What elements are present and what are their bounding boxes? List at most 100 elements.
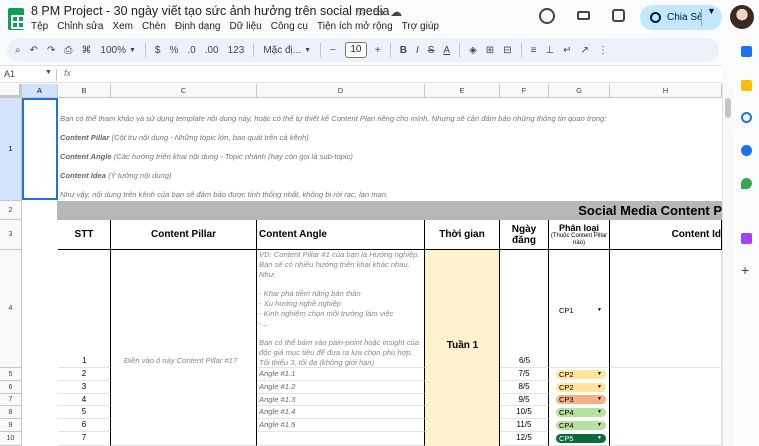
idea-cells-5-10[interactable] [610,368,722,446]
angle-cell-10[interactable] [257,432,425,446]
decrease-decimal-button[interactable]: .0 [187,45,195,56]
zoom-select[interactable]: 100% [100,45,126,56]
vertical-scrollbar[interactable] [722,84,733,446]
comments-icon[interactable] [577,11,590,20]
angle-cell-7[interactable]: Angle #1.3 [257,394,425,406]
date-cell-8[interactable]: 10/5 [500,406,549,419]
header-content-idea[interactable]: Content Id [610,220,722,250]
date-cell-4[interactable]: 6/5 [500,250,549,368]
stt-cell-6[interactable]: 3 [58,381,111,394]
angle-cell-8[interactable]: Angle #1.4 [257,406,425,419]
header-content-angle[interactable]: Content Angle [257,220,425,250]
keep-icon[interactable] [741,80,752,91]
column-header-h[interactable]: H [610,84,722,98]
menu-insert[interactable]: Chèn [142,21,166,32]
column-header-b[interactable]: B [58,84,111,98]
contacts-icon[interactable] [741,145,752,156]
bold-button[interactable]: B [400,45,407,56]
cp-chip-row-7[interactable]: CP3 [556,395,606,404]
undo-icon[interactable]: ↶ [30,45,38,56]
pillar-cell[interactable] [111,250,257,446]
column-header-c[interactable]: C [111,84,257,98]
text-color-button[interactable]: A [443,45,450,56]
stt-cell-8[interactable]: 5 [58,406,111,419]
zoom-chevron-icon[interactable]: ▼ [129,47,136,54]
merge-cells-icon[interactable]: ⊟ [503,45,511,56]
menu-file[interactable]: Tệp [31,21,48,32]
stt-cell-9[interactable]: 6 [58,419,111,432]
cp-chip-row-5[interactable]: CP2 [556,370,606,379]
search-menus-icon[interactable]: ⌕ [15,45,21,56]
row-header-4[interactable]: 4 [0,250,22,368]
star-icon[interactable]: ☆ [356,5,367,19]
chevron-down-icon[interactable]: ▼ [707,6,716,16]
header-content-pillar[interactable]: Content Pillar [111,220,257,250]
text-wrap-icon[interactable]: ↵ [563,45,571,56]
menu-help[interactable]: Trợ giúp [402,21,439,32]
paint-format-icon[interactable]: ⌘ [81,45,91,56]
menu-format[interactable]: Định dạng [175,21,221,32]
tasks-icon[interactable] [741,112,752,123]
meet-icon[interactable] [612,9,625,22]
plus-icon[interactable]: + [741,263,752,277]
text-rotation-icon[interactable]: ↗ [581,45,589,56]
row-header-3[interactable]: 3 [0,220,22,250]
name-box[interactable]: A1 [4,69,15,79]
font-size-input[interactable]: 10 [344,42,367,58]
name-box-chevron-icon[interactable]: ▼ [45,69,52,76]
cp-chip-row-8[interactable]: CP4 [556,408,606,417]
row-header-6[interactable]: 6 [0,381,22,394]
column-header-g[interactable]: G [549,84,610,98]
decrease-font-size-icon[interactable]: − [330,45,336,56]
font-chevron-icon[interactable]: ▼ [304,47,311,54]
stt-cell-10[interactable]: 7 [58,432,111,446]
calendar-icon[interactable] [741,46,752,57]
column-header-e[interactable]: E [425,84,500,98]
number-format-button[interactable]: 123 [228,45,245,56]
redo-icon[interactable]: ↷ [47,45,55,56]
row-header-8[interactable]: 8 [0,406,22,419]
header-post-date[interactable]: Ngày đăng [500,220,549,250]
addon-icon[interactable] [741,233,752,244]
angle-cell-6[interactable]: Angle #1.2 [257,381,425,394]
menu-edit[interactable]: Chỉnh sửa [57,21,103,32]
date-cell-6[interactable]: 8/5 [500,381,549,394]
date-cell-9[interactable]: 11/5 [500,419,549,432]
currency-format-button[interactable]: $ [155,45,161,56]
date-cell-7[interactable]: 9/5 [500,394,549,406]
version-history-icon[interactable] [539,8,555,24]
cp-chip-row-9[interactable]: CP4 [556,421,606,430]
italic-button[interactable]: I [416,45,419,56]
menu-extensions[interactable]: Tiện ích mở rộng [317,21,393,32]
row-header-5[interactable]: 5 [0,368,22,381]
row-header-10[interactable]: 10 [0,432,22,446]
date-cell-5[interactable]: 7/5 [500,368,549,381]
stt-cell-7[interactable]: 4 [58,394,111,406]
angle-cell-9[interactable]: Angle #1.5 [257,419,425,432]
stt-cell-4[interactable]: 1 [58,250,111,368]
increase-font-size-icon[interactable]: + [375,45,381,56]
column-header-f[interactable]: F [500,84,549,98]
move-folder-icon[interactable]: ▭ [373,5,384,19]
banner-row[interactable]: Social Media Content P [57,201,722,220]
selected-cell-a1[interactable] [22,98,58,200]
maps-icon[interactable] [741,178,752,189]
vertical-align-icon[interactable]: ⊥ [545,45,554,56]
avatar[interactable] [730,5,754,29]
horizontal-align-icon[interactable]: ≡ [531,45,537,56]
row-header-9[interactable]: 9 [0,419,22,432]
angle-cell-5[interactable]: Angle #1.1 [257,368,425,381]
row-header-1[interactable]: 1 [0,98,22,201]
borders-icon[interactable]: ⊞ [486,45,494,56]
cloud-status-icon[interactable]: ☁ [390,5,402,19]
cp-chip-row-10[interactable]: CP5 [556,434,606,443]
menu-view[interactable]: Xem [112,21,133,32]
document-title[interactable]: 8 PM Project - 30 ngày viết tạo sức ảnh … [31,4,389,18]
menu-tools[interactable]: Công cụ [271,21,308,32]
sheets-logo-icon[interactable] [8,8,25,30]
column-header-a[interactable]: A [22,84,58,98]
cp-chip-row-4[interactable]: CP1 [556,306,606,315]
more-options-icon[interactable]: ⋮ [598,45,608,56]
stt-cell-5[interactable]: 2 [58,368,111,381]
increase-decimal-button[interactable]: .00 [205,45,219,56]
